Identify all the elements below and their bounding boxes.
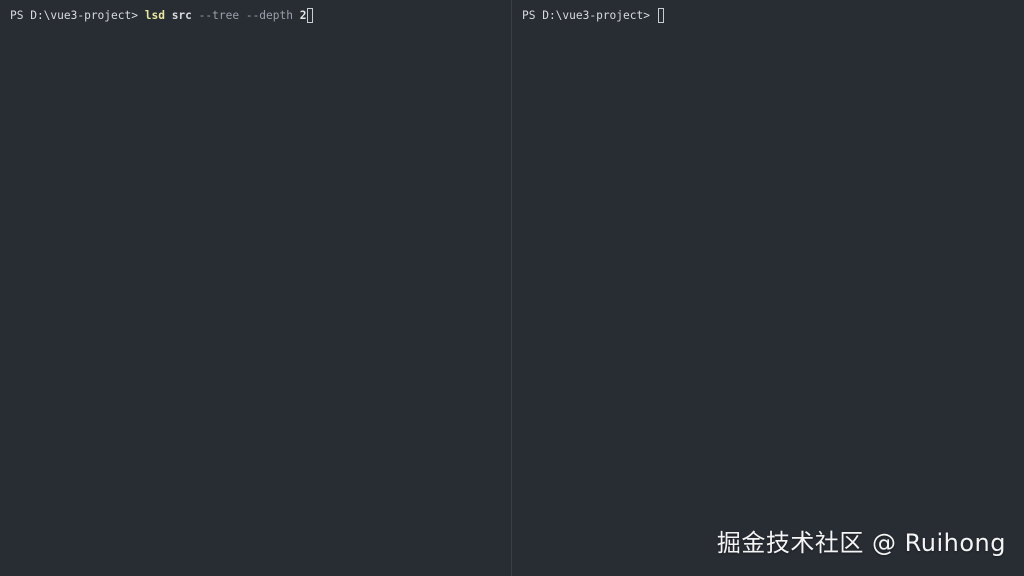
command-arg-src: src: [171, 8, 192, 22]
terminal-pane-right[interactable]: PS D:\vue3-project>: [512, 0, 1024, 576]
command-flag-depth: --depth: [245, 8, 293, 22]
command-name: lsd: [144, 8, 165, 22]
terminal-pane-left[interactable]: PS D:\vue3-project> lsd src --tree --dep…: [0, 0, 512, 576]
terminal-cursor-left: [307, 7, 314, 23]
terminal-command-line-right[interactable]: PS D:\vue3-project>: [522, 6, 664, 24]
command-flag-tree: --tree: [198, 8, 240, 22]
terminal-cursor-right: [657, 7, 664, 23]
terminal-prompt-left: PS D:\vue3-project>: [10, 8, 145, 22]
terminal-prompt-right: PS D:\vue3-project>: [522, 8, 657, 22]
command-depth-value: 2: [299, 8, 307, 22]
watermark-label: 掘金技术社区 @ Ruihong: [716, 529, 1006, 557]
terminal-command-line-left[interactable]: PS D:\vue3-project> lsd src --tree --dep…: [10, 6, 314, 24]
